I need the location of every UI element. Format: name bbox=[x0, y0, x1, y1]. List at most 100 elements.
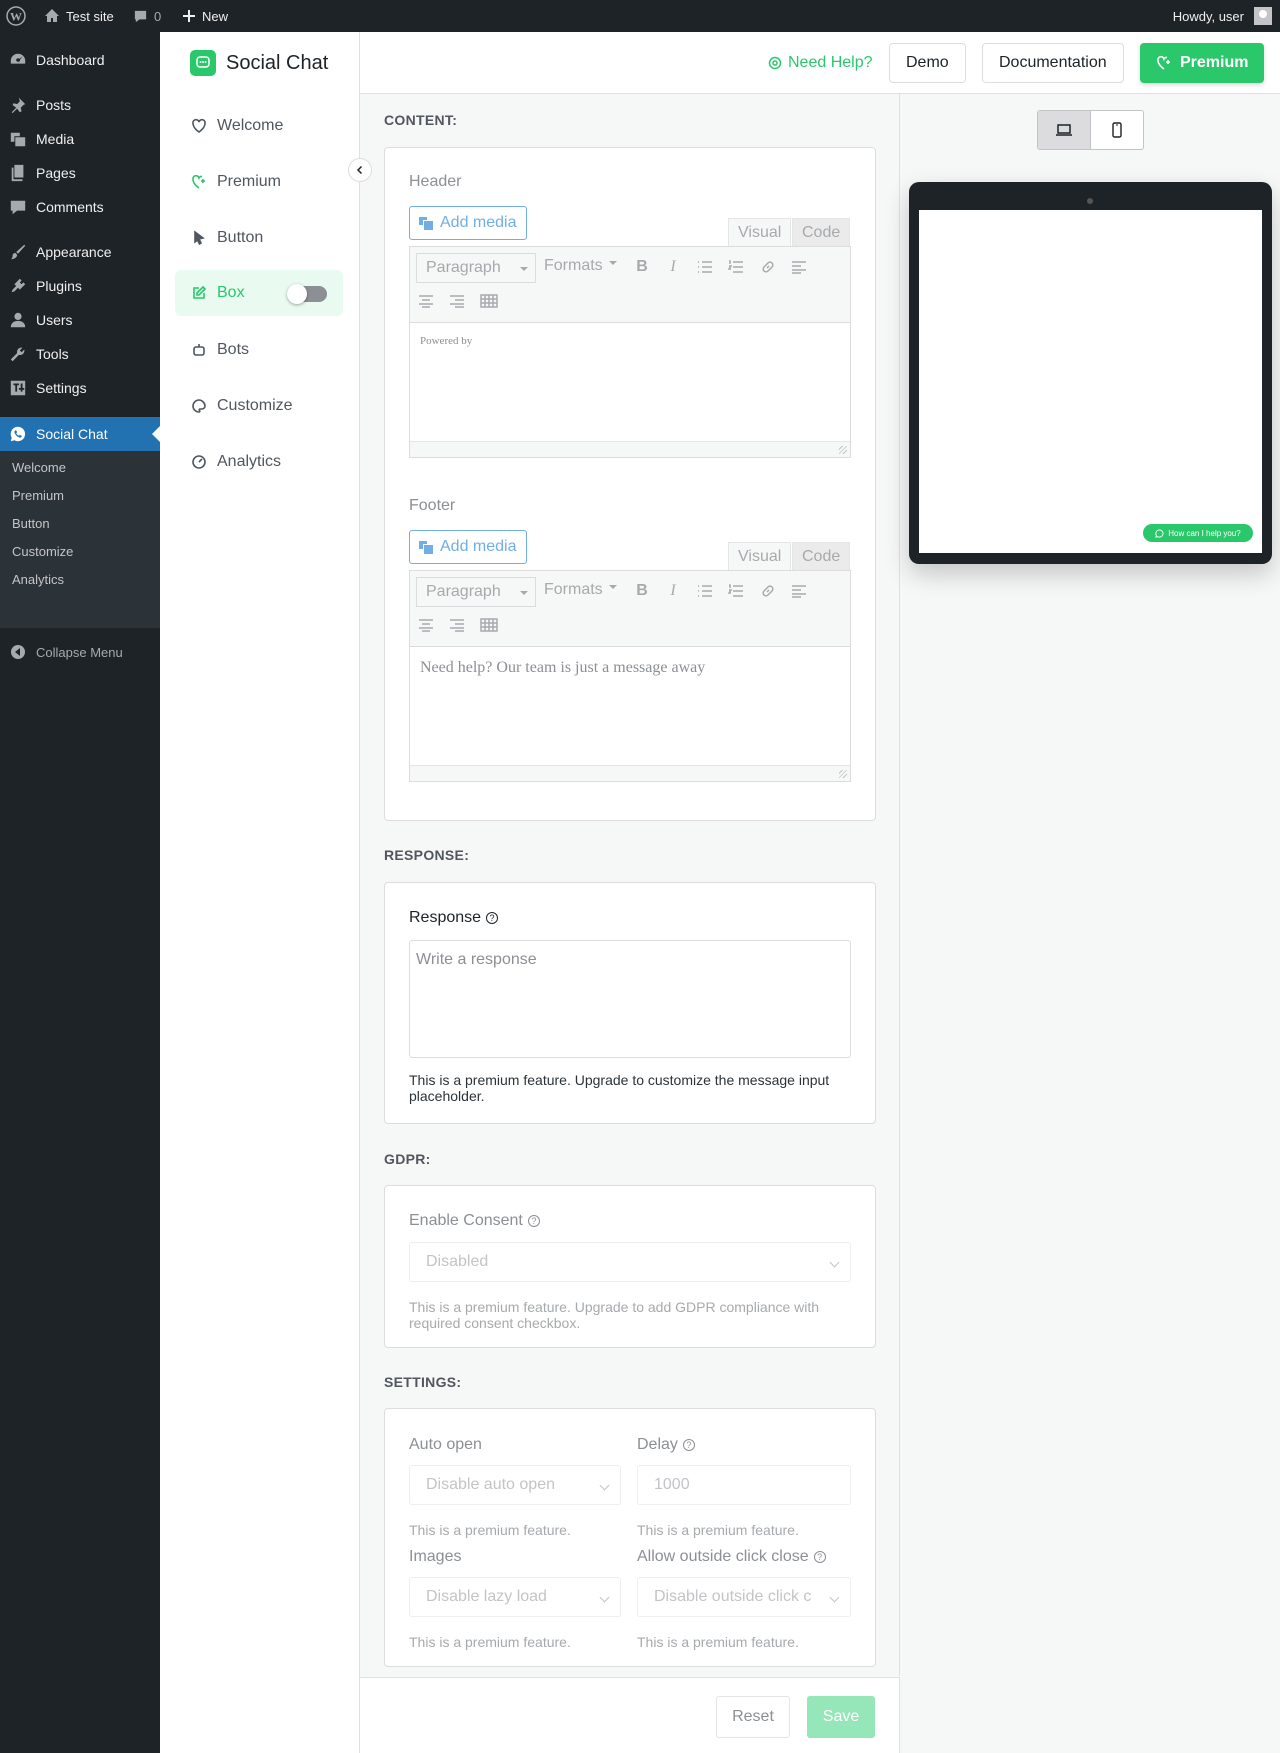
submenu-welcome[interactable]: Welcome bbox=[12, 460, 66, 475]
admin-bar: W Test site 0 New Howdy, user bbox=[0, 0, 1280, 32]
align-center-icon[interactable] bbox=[416, 615, 436, 635]
images-select[interactable]: Disable lazy load bbox=[409, 1577, 621, 1617]
help-question-icon[interactable]: ? bbox=[682, 1439, 695, 1451]
save-button[interactable]: Save bbox=[807, 1696, 875, 1738]
plugins-icon bbox=[11, 278, 26, 293]
documentation-button[interactable]: Documentation bbox=[982, 43, 1124, 83]
nav-bots[interactable]: Bots bbox=[175, 327, 343, 373]
formats-dropdown[interactable]: Formats bbox=[544, 581, 617, 599]
align-left-icon[interactable] bbox=[789, 257, 809, 277]
nav-label: Box bbox=[217, 284, 245, 301]
preview-panel: How can I help you? bbox=[900, 94, 1280, 1753]
bullet-list-icon[interactable] bbox=[695, 257, 715, 277]
svg-text:W: W bbox=[10, 10, 22, 24]
premium-button[interactable]: Premium bbox=[1140, 43, 1265, 83]
site-name-link[interactable]: Test site bbox=[44, 0, 114, 32]
paragraph-select[interactable]: Paragraph bbox=[416, 577, 536, 607]
numbered-list-icon[interactable] bbox=[726, 257, 746, 277]
nav-analytics[interactable]: Analytics bbox=[175, 439, 343, 485]
nav-customize[interactable]: Customize bbox=[175, 383, 343, 429]
menu-item-pages[interactable]: Pages bbox=[0, 156, 160, 190]
submenu-analytics[interactable]: Analytics bbox=[12, 572, 64, 587]
editor-resize-handle[interactable] bbox=[410, 765, 850, 781]
nav-welcome[interactable]: Welcome bbox=[175, 103, 343, 149]
menu-item-social-chat[interactable]: Social Chat bbox=[0, 417, 160, 451]
select-value: Disable outside click c bbox=[654, 1588, 812, 1605]
need-help-link[interactable]: Need Help? bbox=[768, 43, 873, 83]
new-content-link[interactable]: New bbox=[182, 0, 228, 32]
howdy-text: Howdy, user bbox=[1172, 8, 1244, 24]
numbered-list-icon[interactable] bbox=[726, 581, 746, 601]
mobile-preview-button[interactable] bbox=[1091, 111, 1143, 149]
align-center-icon[interactable] bbox=[416, 291, 436, 311]
editor-resize-handle[interactable] bbox=[410, 441, 850, 457]
nav-label: Welcome bbox=[217, 117, 284, 134]
submenu-premium[interactable]: Premium bbox=[12, 488, 64, 503]
help-question-icon[interactable]: ? bbox=[813, 1551, 826, 1563]
wordpress-logo-icon[interactable]: W bbox=[6, 0, 26, 32]
footer-editor-content[interactable]: Need help? Our team is just a message aw… bbox=[410, 647, 850, 781]
menu-label: Users bbox=[36, 312, 73, 328]
toolbar-toggle-icon[interactable] bbox=[479, 615, 499, 635]
images-label: Images bbox=[409, 1548, 462, 1565]
align-left-icon[interactable] bbox=[789, 581, 809, 601]
gauge-icon bbox=[192, 455, 206, 469]
footer-code-tab[interactable]: Code bbox=[792, 542, 851, 570]
help-question-icon[interactable]: ? bbox=[527, 1215, 540, 1227]
footer-visual-tab[interactable]: Visual bbox=[728, 542, 792, 570]
reset-button[interactable]: Reset bbox=[716, 1696, 790, 1738]
settings-section-title: SETTINGS: bbox=[384, 1374, 462, 1390]
box-enable-toggle[interactable] bbox=[287, 284, 327, 304]
device-switcher bbox=[1037, 110, 1144, 150]
header-editor-content[interactable]: Powered by bbox=[410, 323, 850, 457]
delay-input[interactable]: 1000 bbox=[637, 1465, 851, 1505]
menu-item-appearance[interactable]: Appearance bbox=[0, 235, 160, 269]
demo-button[interactable]: Demo bbox=[889, 43, 966, 83]
laptop-icon bbox=[1056, 124, 1072, 136]
response-textarea[interactable]: Write a response bbox=[409, 940, 851, 1058]
menu-item-settings[interactable]: Settings bbox=[0, 371, 160, 405]
italic-button[interactable]: I bbox=[663, 581, 683, 601]
formats-dropdown[interactable]: Formats bbox=[544, 257, 617, 275]
select-value: Disable auto open bbox=[426, 1476, 555, 1493]
collapse-menu-button[interactable]: Collapse Menu bbox=[0, 635, 160, 669]
nav-button[interactable]: Button bbox=[175, 215, 343, 261]
desktop-preview-button[interactable] bbox=[1038, 111, 1091, 149]
collapse-sidebar-button[interactable] bbox=[348, 158, 372, 182]
preview-chat-button[interactable]: How can I help you? bbox=[1143, 524, 1253, 542]
align-right-icon[interactable] bbox=[447, 291, 467, 311]
nav-box[interactable]: Box bbox=[175, 270, 343, 316]
comments-link[interactable]: 0 bbox=[133, 0, 161, 32]
menu-item-posts[interactable]: Posts bbox=[0, 88, 160, 122]
nav-premium[interactable]: Premium bbox=[175, 159, 343, 205]
auto-open-select[interactable]: Disable auto open bbox=[409, 1465, 621, 1505]
menu-item-tools[interactable]: Tools bbox=[0, 337, 160, 371]
chevron-down-icon bbox=[599, 1480, 610, 1491]
menu-item-media[interactable]: Media bbox=[0, 122, 160, 156]
help-question-icon[interactable]: ? bbox=[486, 912, 499, 924]
bold-button[interactable]: B bbox=[632, 257, 652, 277]
italic-button[interactable]: I bbox=[663, 257, 683, 277]
menu-label: Appearance bbox=[36, 244, 112, 260]
submenu-customize[interactable]: Customize bbox=[12, 544, 73, 559]
bullet-list-icon[interactable] bbox=[695, 581, 715, 601]
enable-consent-select[interactable]: Disabled bbox=[409, 1242, 851, 1282]
bold-button[interactable]: B bbox=[632, 581, 652, 601]
menu-item-plugins[interactable]: Plugins bbox=[0, 269, 160, 303]
align-right-icon[interactable] bbox=[447, 615, 467, 635]
footer-add-media-button[interactable]: Add media bbox=[409, 530, 527, 564]
link-icon[interactable] bbox=[758, 581, 778, 601]
menu-item-dashboard[interactable]: Dashboard bbox=[0, 43, 160, 77]
header-add-media-button[interactable]: Add media bbox=[409, 206, 527, 240]
outside-click-select[interactable]: Disable outside click c bbox=[637, 1577, 851, 1617]
link-icon[interactable] bbox=[758, 257, 778, 277]
submenu-button[interactable]: Button bbox=[12, 516, 50, 531]
user-account-menu[interactable]: Howdy, user bbox=[1173, 0, 1272, 32]
header-visual-tab[interactable]: Visual bbox=[728, 218, 792, 246]
paragraph-select[interactable]: Paragraph bbox=[416, 253, 536, 283]
toolbar-toggle-icon[interactable] bbox=[479, 291, 499, 311]
header-code-tab[interactable]: Code bbox=[792, 218, 851, 246]
menu-item-users[interactable]: Users bbox=[0, 303, 160, 337]
menu-item-comments[interactable]: Comments bbox=[0, 190, 160, 224]
response-label-text: Response bbox=[409, 909, 482, 926]
